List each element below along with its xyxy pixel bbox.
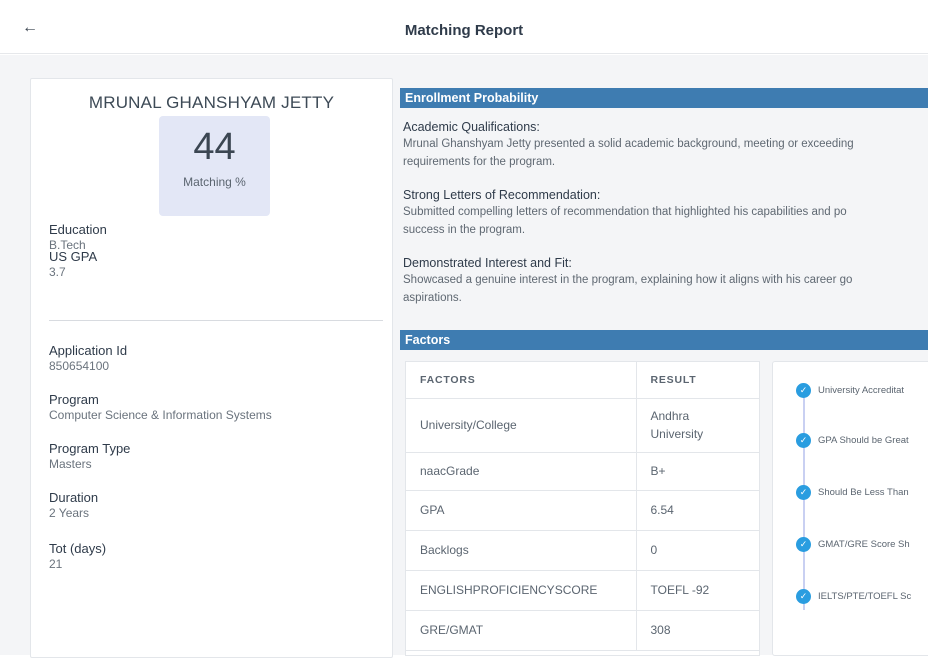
reason-item: Strong Letters of Recommendation: Submit… — [403, 187, 928, 239]
program-label: Program — [49, 392, 99, 407]
table-row: Backlogs 0 — [406, 530, 759, 571]
result-line: University — [650, 427, 704, 441]
result-cell: 6.54 — [636, 490, 759, 531]
reason-text: Showcased a genuine interest in the prog… — [403, 274, 853, 286]
reason-item: Academic Qualifications: Mrunal Ghanshya… — [403, 119, 928, 171]
result-cell: Andhra University — [636, 398, 759, 453]
application-id-label: Application Id — [49, 343, 128, 358]
program-type-value: Masters — [49, 457, 92, 471]
factor-cell: GRE/GMAT — [406, 610, 637, 651]
matching-value: 44 — [193, 126, 236, 168]
check-circle-icon: ✓ — [796, 433, 811, 449]
factors-column-header: FACTORS — [406, 362, 637, 399]
applicant-name: MRUNAL GHANSHYAM JETTY — [88, 93, 335, 112]
result-cell: B+ — [636, 452, 759, 491]
gpa-value: 3.7 — [49, 265, 66, 279]
reason-title: Academic Qualifications: — [403, 120, 540, 134]
criteria-item: ✓ University Accreditat — [796, 382, 928, 400]
factor-cell: Backlogs — [406, 530, 637, 571]
table-row: GRE/GMAT 308 — [406, 610, 759, 651]
criteria-text: University Accreditat — [818, 385, 905, 397]
table-row: GPA 6.54 — [406, 490, 759, 531]
enrollment-heading: Enrollment Probability — [400, 88, 928, 108]
criteria-checklist: ✓ University Accreditat ✓ GPA Should be Gr… — [772, 361, 928, 656]
result-cell: 0 — [636, 530, 759, 571]
duration-value: 2 Years — [49, 506, 90, 520]
reason-text: Mrunal Ghanshyam Jetty presented a solid… — [403, 138, 854, 150]
table-row: University/College Andhra University — [406, 398, 759, 453]
table-row: ENGLISHPROFICIENCYSCORE TOEFL -92 — [406, 570, 759, 611]
matching-label: Matching % — [183, 175, 246, 189]
criteria-item: ✓ Should Be Less Than — [796, 484, 928, 502]
reason-title: Demonstrated Interest and Fit: — [403, 256, 572, 270]
top-bar: ← Matching Report — [0, 0, 928, 54]
check-circle-icon: ✓ — [796, 485, 811, 501]
application-id-value: 850654100 — [49, 359, 110, 373]
reason-title: Strong Letters of Recommendation: — [403, 188, 601, 202]
result-cell: TOEFL -92 — [636, 570, 759, 611]
table-row: naacGrade B+ — [406, 452, 759, 491]
reason-text: Submitted compelling letters of recommen… — [403, 206, 847, 218]
program-value: Computer Science & Information Systems — [49, 408, 272, 422]
factors-heading: Factors — [400, 330, 928, 350]
result-line: Andhra — [650, 409, 690, 423]
reason-text: aspirations. — [403, 292, 462, 304]
criteria-text: GMAT/GRE Score Sh — [818, 539, 910, 551]
factor-cell: ENGLISHPROFICIENCYSCORE — [406, 570, 637, 611]
criteria-text: GPA Should be Great — [818, 435, 909, 447]
factors-table: FACTORS RESULT University/College Andhra… — [405, 361, 760, 656]
program-field: Program Computer Science & Information S… — [49, 392, 272, 423]
result-column-header: RESULT — [636, 362, 759, 399]
result-cell: 308 — [636, 610, 759, 651]
profile-panel: MRUNAL GHANSHYAM JETTY 44 Matching % Edu… — [30, 78, 393, 658]
reason-text: requirements for the program. — [403, 156, 556, 168]
reason-item: Demonstrated Interest and Fit: Showcased… — [403, 255, 928, 307]
page-title: Matching Report — [404, 22, 524, 39]
tot-days-value: 21 — [49, 557, 63, 571]
check-circle-icon: ✓ — [796, 383, 811, 399]
duration-label: Duration — [49, 490, 99, 505]
criteria-text: Should Be Less Than — [818, 487, 909, 499]
gpa-label: US GPA — [49, 249, 98, 264]
table-header-row: FACTORS RESULT — [406, 362, 759, 399]
duration-field: Duration 2 Years — [49, 490, 98, 521]
report-content: Enrollment Probability Academic Qualific… — [400, 88, 928, 658]
matching-card: 44 Matching % — [159, 116, 270, 216]
criteria-text: IELTS/PTE/TOEFL Sc — [818, 591, 912, 603]
divider — [49, 320, 383, 321]
criteria-item: ✓ IELTS/PTE/TOEFL Sc — [796, 588, 928, 606]
gpa-field: US GPA 3.7 — [49, 249, 97, 280]
tot-days-field: Tot (days) 21 — [49, 541, 106, 572]
reason-text: success in the program. — [403, 224, 526, 236]
criteria-item: ✓ GPA Should be Great — [796, 432, 928, 450]
criteria-item: ✓ GMAT/GRE Score Sh — [796, 536, 928, 554]
education-label: Education — [49, 222, 107, 237]
program-type-label: Program Type — [49, 441, 131, 456]
program-type-field: Program Type Masters — [49, 441, 130, 472]
factor-cell: University/College — [406, 398, 637, 453]
check-circle-icon: ✓ — [796, 537, 811, 553]
application-id-field: Application Id 850654100 — [49, 343, 127, 374]
tot-days-label: Tot (days) — [49, 541, 107, 556]
check-circle-icon: ✓ — [796, 589, 811, 605]
factor-cell: GPA — [406, 490, 637, 531]
factor-cell: naacGrade — [406, 452, 637, 491]
